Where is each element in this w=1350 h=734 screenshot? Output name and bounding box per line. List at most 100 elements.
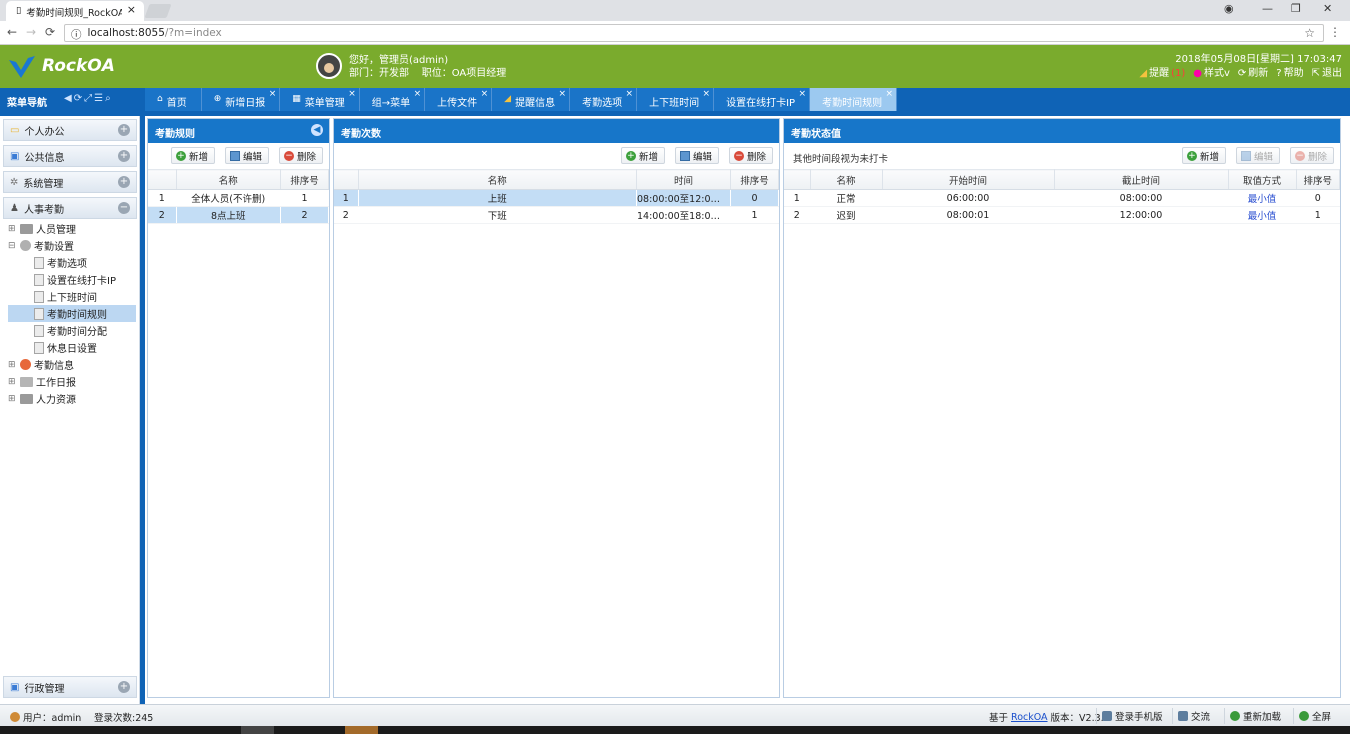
add-button[interactable]: + 新增 — [1181, 147, 1226, 164]
close-tab-icon[interactable]: × — [799, 89, 807, 99]
maximize-icon[interactable]: ❐ — [1291, 2, 1301, 15]
edit-button[interactable]: 编辑 — [224, 147, 269, 164]
url-input[interactable]: ⓘ localhost:8055 /?m=index ☆ — [64, 24, 1324, 42]
tree-item-rest-days[interactable]: 休息日设置 — [8, 339, 136, 356]
back-icon[interactable]: ← — [7, 25, 17, 39]
tree-item-attendance-options[interactable]: 考勤选项 — [8, 254, 136, 271]
tab-group-menu[interactable]: 组→菜单 × — [359, 88, 426, 111]
edit-button[interactable]: 编辑 — [674, 147, 719, 164]
expand-icon[interactable]: ⊞ — [8, 224, 17, 234]
tree-item-attendance-rules[interactable]: 考勤时间规则 — [8, 305, 136, 322]
column-header[interactable]: 开始时间 — [882, 169, 1055, 190]
close-tab-icon[interactable]: × — [559, 89, 567, 99]
expand-icon[interactable]: ⊞ — [8, 394, 17, 404]
close-tab-icon[interactable]: × — [348, 89, 356, 99]
column-header[interactable]: 排序号 — [1296, 169, 1340, 190]
back-circle-icon[interactable]: ◀ — [64, 93, 74, 104]
table-row[interactable]: 1 正常 06:00:00 08:00:00 最小值 0 — [784, 189, 1340, 207]
expand-icon[interactable]: + — [118, 681, 130, 693]
close-tab-icon[interactable]: × — [127, 4, 136, 15]
close-tab-icon[interactable]: × — [269, 89, 277, 99]
expand-icon[interactable]: ⊞ — [8, 377, 17, 387]
close-tab-icon[interactable]: × — [626, 89, 634, 99]
tab-remind[interactable]: ◢ 提醒信息 × — [492, 88, 571, 111]
sidebar-group-public[interactable]: ▣ 公共信息 + — [3, 145, 137, 167]
mobile-login-button[interactable]: 登录手机版 — [1096, 708, 1168, 724]
bookmark-star-icon[interactable]: ☆ — [1304, 26, 1315, 40]
search-icon[interactable]: ⌕ — [105, 93, 113, 104]
tab-clock-ip[interactable]: 设置在线打卡IP × — [714, 88, 811, 111]
forward-icon[interactable]: → — [26, 25, 36, 39]
expand-icon[interactable]: + — [118, 176, 130, 188]
expand-icon[interactable]: + — [118, 150, 130, 162]
add-button[interactable]: + 新增 — [170, 147, 215, 164]
sidebar-group-hr[interactable]: ♟ 人事考勤 − — [3, 197, 137, 219]
sidebar-group-personal[interactable]: ▭ 个人办公 + — [3, 119, 137, 141]
list-icon[interactable]: ☰ — [94, 93, 105, 104]
tree-item-attendance-info[interactable]: ⊞ 考勤信息 — [8, 356, 136, 373]
tree-item-attendance-settings[interactable]: ⊟ 考勤设置 — [8, 237, 136, 254]
table-row[interactable]: 2 下班 14:00:00至18:00:... 1 — [334, 206, 779, 224]
close-tab-icon[interactable]: × — [481, 89, 489, 99]
browser-tab[interactable]: ▯ 考勤时间规则_RockOA × — [6, 1, 144, 21]
taskbar-item[interactable] — [241, 726, 274, 734]
refresh-link[interactable]: ⟳ 刷新 — [1238, 67, 1268, 81]
tree-item-staff[interactable]: ⊞ 人员管理 — [8, 220, 136, 237]
delete-button[interactable]: − 删除 — [728, 147, 773, 164]
column-header[interactable]: 截止时间 — [1054, 169, 1229, 190]
tab-attendance-rules[interactable]: 考勤时间规则 × — [810, 88, 898, 111]
collapse-icon[interactable]: − — [118, 202, 130, 214]
column-header[interactable]: 名称 — [358, 169, 637, 190]
delete-button[interactable]: − 删除 — [1289, 147, 1334, 164]
user-status[interactable]: 用户：admin — [10, 710, 81, 724]
tree-item-hr-resources[interactable]: ⊞ 人力资源 — [8, 390, 136, 407]
help-link[interactable]: ? 帮助 — [1276, 67, 1303, 81]
column-header[interactable]: 时间 — [636, 169, 731, 190]
expand-icon[interactable]: + — [118, 124, 130, 136]
table-row[interactable]: 2 8点上班 2 — [148, 206, 329, 224]
column-header[interactable]: 排序号 — [730, 169, 779, 190]
sidebar-group-system[interactable]: ✲ 系统管理 + — [3, 171, 137, 193]
reload-button[interactable]: 重新加载 — [1224, 708, 1286, 724]
tab-attendance-options[interactable]: 考勤选项 × — [570, 88, 638, 111]
sidebar-splitter[interactable] — [140, 116, 145, 704]
table-row[interactable]: 1 全体人员(不许删) 1 — [148, 189, 329, 207]
column-header[interactable]: 名称 — [176, 169, 281, 190]
collapse-icon[interactable]: ⊟ — [8, 241, 17, 251]
logout-link[interactable]: ⇱ 退出 — [1312, 67, 1342, 81]
remind-link[interactable]: ◢ 提醒 (1) — [1139, 67, 1185, 81]
fullscreen-button[interactable]: 全屏 — [1293, 708, 1336, 724]
tree-item-time-assign[interactable]: 考勤时间分配 — [8, 322, 136, 339]
reload-icon[interactable]: ⟳ — [45, 25, 55, 39]
close-tab-icon[interactable]: × — [886, 89, 894, 99]
expand-icon[interactable]: ⤢ — [84, 93, 94, 104]
table-row[interactable]: 2 迟到 08:00:01 12:00:00 最小值 1 — [784, 206, 1340, 224]
column-header[interactable]: 排序号 — [280, 169, 329, 190]
minimize-icon[interactable]: — — [1262, 2, 1273, 15]
tab-upload[interactable]: 上传文件 × — [425, 88, 493, 111]
tab-home[interactable]: ⌂ 首页 — [145, 88, 202, 111]
browser-menu-icon[interactable]: ⋮ — [1329, 25, 1341, 39]
column-header[interactable]: 取值方式 — [1228, 169, 1297, 190]
rockoa-link[interactable]: RockOA — [1011, 712, 1048, 723]
new-tab-button[interactable] — [144, 4, 172, 18]
table-row[interactable]: 1 上班 08:00:00至12:00:... 0 — [334, 189, 779, 207]
tree-item-work-hours[interactable]: 上下班时间 — [8, 288, 136, 305]
tree-item-clock-ip[interactable]: 设置在线打卡IP — [8, 271, 136, 288]
sidebar-group-admin[interactable]: ▣ 行政管理 + — [3, 676, 137, 698]
expand-icon[interactable]: ⊞ — [8, 360, 17, 370]
column-header[interactable]: 名称 — [810, 169, 883, 190]
account-icon[interactable]: ◉ — [1224, 2, 1234, 15]
close-window-icon[interactable]: ✕ — [1323, 2, 1332, 15]
tab-menu-manage[interactable]: ▦ 菜单管理 × — [280, 88, 360, 111]
close-tab-icon[interactable]: × — [414, 89, 422, 99]
collapse-panel-icon[interactable]: ◀ — [311, 124, 323, 136]
avatar[interactable] — [316, 53, 342, 79]
tree-item-work-daily[interactable]: ⊞ 工作日报 — [8, 373, 136, 390]
delete-button[interactable]: − 删除 — [278, 147, 323, 164]
chat-button[interactable]: 交流 — [1172, 708, 1215, 724]
style-link[interactable]: ● 样式v — [1193, 67, 1230, 81]
tab-new-daily[interactable]: ⊕ 新增日报 × — [201, 88, 281, 111]
tab-work-hours[interactable]: 上下班时间 × — [637, 88, 715, 111]
taskbar-item[interactable] — [345, 726, 378, 734]
